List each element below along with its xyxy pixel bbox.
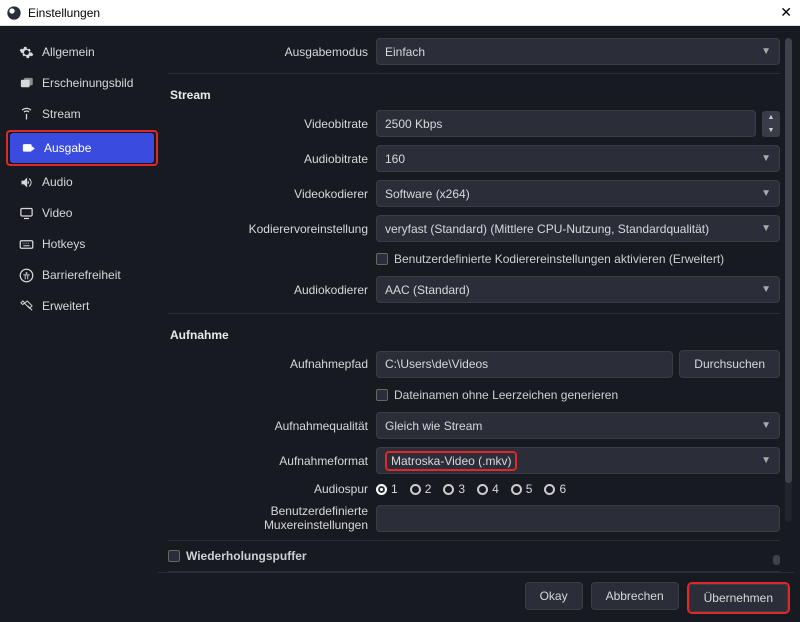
video-encoder-label: Videokodierer [168, 187, 368, 201]
cancel-button[interactable]: Abbrechen [591, 582, 679, 610]
output-mode-label: Ausgabemodus [168, 45, 368, 59]
audiotrack-label: Audiospur [168, 482, 368, 496]
muxer-label: Benutzerdefinierte Muxereinstellungen [168, 504, 368, 532]
rec-path-input[interactable]: C:\Users\de\Videos [376, 351, 673, 378]
rec-quality-label: Aufnahmequalität [168, 419, 368, 433]
speaker-icon [18, 174, 34, 190]
sidebar-item-accessibility[interactable]: Barrierefreiheit [8, 260, 156, 290]
video-bitrate-spinner[interactable]: ▲▼ [762, 111, 780, 137]
scrollbar-section[interactable] [773, 555, 780, 565]
output-icon [20, 140, 36, 156]
muxer-input[interactable] [376, 505, 780, 532]
audiotrack-radio-5[interactable]: 5 [511, 482, 533, 496]
chevron-down-icon: ▼ [761, 153, 771, 164]
sidebar-item-appearance[interactable]: Erscheinungsbild [8, 68, 156, 98]
sidebar-item-label: Hotkeys [42, 237, 85, 251]
sidebar-item-label: Allgemein [42, 45, 95, 59]
app-logo-icon [6, 5, 22, 21]
titlebar: Einstellungen ✕ [0, 0, 800, 26]
audiotrack-radio-4[interactable]: 4 [477, 482, 499, 496]
checkbox-icon [168, 550, 180, 562]
checkbox-icon [376, 253, 388, 265]
chevron-down-icon: ▼ [761, 188, 771, 199]
sidebar-item-label: Barrierefreiheit [42, 268, 121, 282]
antenna-icon [18, 106, 34, 122]
gear-icon [18, 44, 34, 60]
stream-section-header: Stream [170, 88, 780, 102]
sidebar: Allgemein Erscheinungsbild Stream Ausgab… [6, 32, 158, 578]
scrollbar[interactable] [785, 38, 792, 522]
chevron-down-icon: ▼ [762, 124, 780, 137]
audiotrack-radios: 1 2 3 4 5 6 [376, 482, 566, 496]
window-title: Einstellungen [28, 6, 100, 20]
palette-icon [18, 75, 34, 91]
audiotrack-radio-6[interactable]: 6 [544, 482, 566, 496]
sidebar-item-stream[interactable]: Stream [8, 99, 156, 129]
checkbox-icon [376, 389, 388, 401]
recording-section-header: Aufnahme [170, 328, 780, 342]
chevron-down-icon: ▼ [761, 455, 771, 466]
audio-encoder-label: Audiokodierer [168, 283, 368, 297]
chevron-down-icon: ▼ [761, 284, 771, 295]
sidebar-item-video[interactable]: Video [8, 198, 156, 228]
sidebar-item-general[interactable]: Allgemein [8, 37, 156, 67]
chevron-up-icon: ▲ [762, 111, 780, 124]
close-icon[interactable]: ✕ [780, 4, 792, 21]
sidebar-item-label: Audio [42, 175, 73, 189]
monitor-icon [18, 205, 34, 221]
chevron-down-icon: ▼ [761, 223, 771, 234]
apply-button[interactable]: Übernehmen [689, 584, 788, 612]
video-bitrate-label: Videobitrate [168, 117, 368, 131]
content-area: Ausgabemodus Einfach ▼ Stream Videobitra… [158, 32, 794, 578]
sidebar-item-advanced[interactable]: Erweitert [8, 291, 156, 321]
audiotrack-radio-2[interactable]: 2 [410, 482, 432, 496]
rec-format-label: Aufnahmeformat [168, 454, 368, 468]
rec-format-select[interactable]: Matroska-Video (.mkv) ▼ [376, 447, 780, 474]
ok-button[interactable]: Okay [525, 582, 583, 610]
video-encoder-select[interactable]: Software (x264) ▼ [376, 180, 780, 207]
tools-icon [18, 298, 34, 314]
replay-buffer-checkbox[interactable]: Wiederholungspuffer [168, 547, 780, 565]
sidebar-item-audio[interactable]: Audio [8, 167, 156, 197]
custom-encoder-checkbox[interactable]: Benutzerdefinierte Kodierereinstellungen… [376, 250, 724, 268]
nospaces-checkbox[interactable]: Dateinamen ohne Leerzeichen generieren [376, 386, 618, 404]
sidebar-item-label: Ausgabe [44, 141, 91, 155]
video-bitrate-input[interactable]: 2500 Kbps [376, 110, 756, 137]
audio-bitrate-select[interactable]: 160 ▼ [376, 145, 780, 172]
accessibility-icon [18, 267, 34, 283]
browse-button[interactable]: Durchsuchen [679, 350, 780, 378]
sidebar-item-label: Video [42, 206, 72, 220]
sidebar-item-output[interactable]: Ausgabe [10, 133, 154, 163]
audiotrack-radio-1[interactable]: 1 [376, 482, 398, 496]
encoder-preset-label: Kodierervoreinstellung [168, 222, 368, 236]
audio-bitrate-label: Audiobitrate [168, 152, 368, 166]
rec-path-label: Aufnahmepfad [168, 357, 368, 371]
audio-encoder-select[interactable]: AAC (Standard) ▼ [376, 276, 780, 303]
sidebar-item-hotkeys[interactable]: Hotkeys [8, 229, 156, 259]
keyboard-icon [18, 236, 34, 252]
warning-text: Achtung: Aufnahmen können nicht pausiert… [158, 572, 794, 578]
chevron-down-icon: ▼ [761, 420, 771, 431]
audiotrack-radio-3[interactable]: 3 [443, 482, 465, 496]
chevron-down-icon: ▼ [761, 46, 771, 57]
output-mode-select[interactable]: Einfach ▼ [376, 38, 780, 65]
rec-quality-select[interactable]: Gleich wie Stream ▼ [376, 412, 780, 439]
sidebar-item-label: Erweitert [42, 299, 89, 313]
sidebar-item-label: Stream [42, 107, 81, 121]
encoder-preset-select[interactable]: veryfast (Standard) (Mittlere CPU-Nutzun… [376, 215, 780, 242]
sidebar-item-label: Erscheinungsbild [42, 76, 133, 90]
bottom-bar: Okay Abbrechen Übernehmen [6, 578, 794, 616]
